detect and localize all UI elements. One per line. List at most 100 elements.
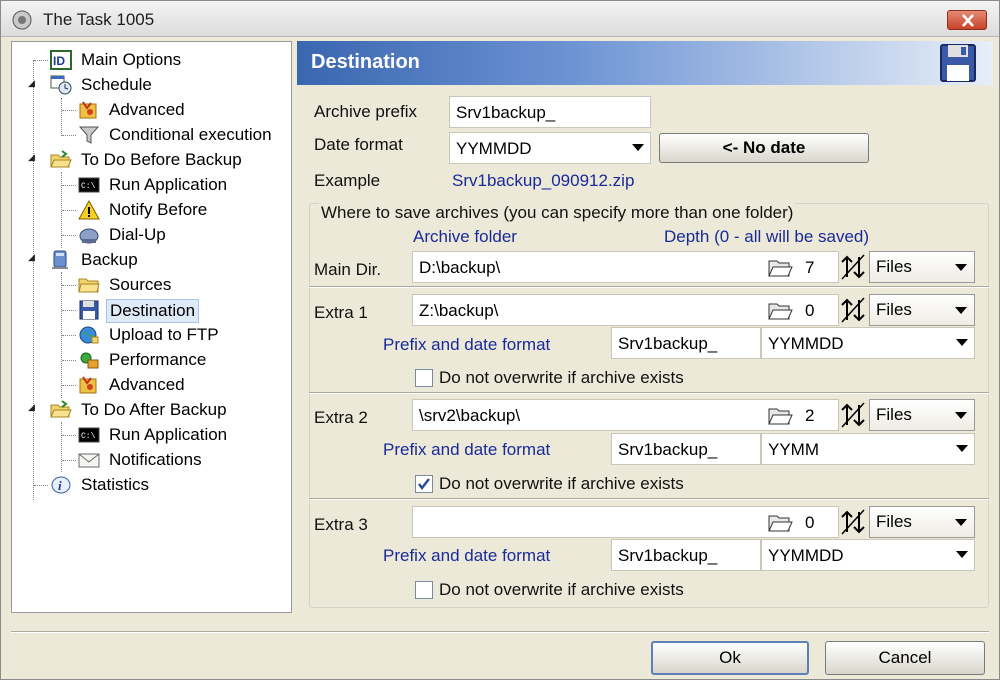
where-to-save-label: Where to save archives (you can specify … bbox=[319, 203, 796, 223]
footer-divider bbox=[11, 631, 989, 633]
warning-icon bbox=[78, 199, 100, 220]
computer-icon bbox=[50, 250, 72, 270]
chevron-down-icon bbox=[955, 519, 967, 526]
calendar-clock-icon bbox=[50, 75, 72, 95]
extra-3-label: Extra 3 bbox=[314, 515, 368, 534]
chevron-down-icon bbox=[956, 445, 968, 452]
collapse-toggle[interactable]: ◢ bbox=[28, 252, 35, 263]
title-bar: The Task 1005 bbox=[1, 1, 999, 37]
collapse-toggle[interactable]: ◢ bbox=[28, 402, 35, 413]
divider bbox=[309, 392, 989, 394]
svg-text:i: i bbox=[58, 478, 62, 493]
extra-2-mode-select[interactable]: Files bbox=[869, 399, 975, 431]
extra-1-prefix-input[interactable]: Srv1backup_ bbox=[611, 327, 761, 359]
chevron-down-icon bbox=[955, 264, 967, 271]
sort-arrows-icon bbox=[841, 509, 865, 535]
browse-folder-button[interactable] bbox=[767, 402, 793, 428]
close-icon bbox=[962, 14, 974, 27]
checkmark-icon bbox=[418, 478, 430, 490]
prefix-date-label: Prefix and date format bbox=[383, 546, 551, 565]
collapse-toggle[interactable]: ◢ bbox=[28, 152, 35, 163]
sort-arrows-icon bbox=[841, 402, 865, 428]
folder-icon bbox=[78, 275, 100, 295]
chevron-down-icon bbox=[632, 144, 644, 151]
prefix-date-label: Prefix and date format bbox=[383, 440, 551, 459]
extra-2-overwrite-label: Do not overwrite if archive exists bbox=[439, 474, 684, 493]
extra-1-overwrite-checkbox[interactable] bbox=[415, 369, 433, 387]
id-icon: ID bbox=[50, 50, 72, 70]
date-format-label: Date format bbox=[314, 135, 403, 154]
archive-folder-header: Archive folder bbox=[413, 227, 517, 246]
folder-open-icon bbox=[50, 400, 72, 420]
browse-folder-button[interactable] bbox=[767, 254, 793, 280]
extra-2-prefix-input[interactable]: Srv1backup_ bbox=[611, 433, 761, 465]
extra-3-mode-select[interactable]: Files bbox=[869, 506, 975, 538]
prefix-date-label: Prefix and date format bbox=[383, 335, 551, 354]
folder-open-icon bbox=[50, 150, 72, 170]
no-date-button[interactable]: <- No date bbox=[659, 133, 869, 163]
advanced-icon bbox=[78, 100, 100, 120]
example-label: Example bbox=[314, 171, 381, 190]
extra-2-overwrite-checkbox[interactable] bbox=[415, 475, 433, 493]
filter-icon bbox=[78, 125, 100, 145]
depth-header: Depth (0 - all will be saved) bbox=[664, 227, 870, 246]
folder-open-icon bbox=[768, 260, 793, 277]
envelope-icon bbox=[78, 450, 100, 470]
folder-open-icon bbox=[768, 303, 793, 320]
dialup-icon bbox=[78, 225, 100, 245]
sort-order-button[interactable] bbox=[840, 401, 866, 429]
sort-order-button[interactable] bbox=[840, 253, 866, 281]
archive-prefix-input[interactable]: Srv1backup_ bbox=[449, 96, 651, 128]
main-dir-mode-select[interactable]: Files bbox=[869, 251, 975, 283]
chevron-down-icon bbox=[956, 551, 968, 558]
info-icon: i bbox=[50, 475, 72, 495]
extra-2-date-format-select[interactable]: YYMM bbox=[761, 433, 975, 465]
floppy-icon bbox=[78, 300, 100, 320]
folder-open-icon bbox=[768, 515, 793, 532]
collapse-toggle[interactable]: ◢ bbox=[28, 78, 35, 89]
main-dir-label: Main Dir. bbox=[314, 260, 382, 279]
extra-3-overwrite-label: Do not overwrite if archive exists bbox=[439, 580, 684, 599]
main-dir-depth-input[interactable]: 7 bbox=[799, 251, 839, 283]
ok-button[interactable]: Ok bbox=[651, 641, 809, 675]
extra-2-path-input[interactable]: \srv2\backup\ bbox=[412, 399, 804, 431]
app-window: The Task 1005 ID Main Options ◢ Schedule bbox=[0, 0, 1000, 680]
main-dir-input[interactable]: D:\backup\ bbox=[412, 251, 804, 283]
performance-icon bbox=[78, 350, 100, 370]
sort-order-button[interactable] bbox=[840, 296, 866, 324]
sort-arrows-icon bbox=[841, 254, 865, 280]
folder-open-icon bbox=[768, 408, 793, 425]
navigation-tree: ID Main Options ◢ Schedule Advanced Cond… bbox=[11, 41, 292, 613]
sort-arrows-icon bbox=[841, 297, 865, 323]
extra-3-date-format-select[interactable]: YYMMDD bbox=[761, 539, 975, 571]
panel-header: Destination bbox=[297, 41, 993, 85]
extra-3-path-input[interactable] bbox=[412, 506, 804, 538]
app-icon bbox=[11, 9, 33, 31]
extra-1-date-format-select[interactable]: YYMMDD bbox=[761, 327, 975, 359]
advanced-icon bbox=[78, 375, 100, 395]
extra-1-path-input[interactable]: Z:\backup\ bbox=[412, 294, 804, 326]
chevron-down-icon bbox=[955, 412, 967, 419]
panel-title: Destination bbox=[311, 51, 420, 73]
console-icon: C:\ bbox=[78, 425, 100, 445]
svg-text:C:\: C:\ bbox=[81, 432, 96, 441]
extra-1-overwrite-label: Do not overwrite if archive exists bbox=[439, 368, 684, 387]
svg-text:C:\: C:\ bbox=[81, 182, 96, 191]
extra-2-label: Extra 2 bbox=[314, 408, 368, 427]
extra-3-depth-input[interactable]: 0 bbox=[799, 506, 839, 538]
extra-1-mode-select[interactable]: Files bbox=[869, 294, 975, 326]
sort-order-button[interactable] bbox=[840, 508, 866, 536]
extra-2-depth-input[interactable]: 2 bbox=[799, 399, 839, 431]
cancel-button[interactable]: Cancel bbox=[825, 641, 985, 675]
browse-folder-button[interactable] bbox=[767, 509, 793, 535]
browse-folder-button[interactable] bbox=[767, 297, 793, 323]
extra-1-depth-input[interactable]: 0 bbox=[799, 294, 839, 326]
example-value: Srv1backup_090912.zip bbox=[452, 171, 635, 190]
extra-3-prefix-input[interactable]: Srv1backup_ bbox=[611, 539, 761, 571]
destination-panel: Destination Archive prefix Srv1backup_ D… bbox=[297, 41, 993, 613]
dialog-body: ID Main Options ◢ Schedule Advanced Cond… bbox=[1, 37, 999, 679]
extra-3-overwrite-checkbox[interactable] bbox=[415, 581, 433, 599]
floppy-icon bbox=[939, 43, 977, 88]
close-button[interactable] bbox=[947, 10, 987, 30]
date-format-select[interactable]: YYMMDD bbox=[449, 132, 651, 164]
